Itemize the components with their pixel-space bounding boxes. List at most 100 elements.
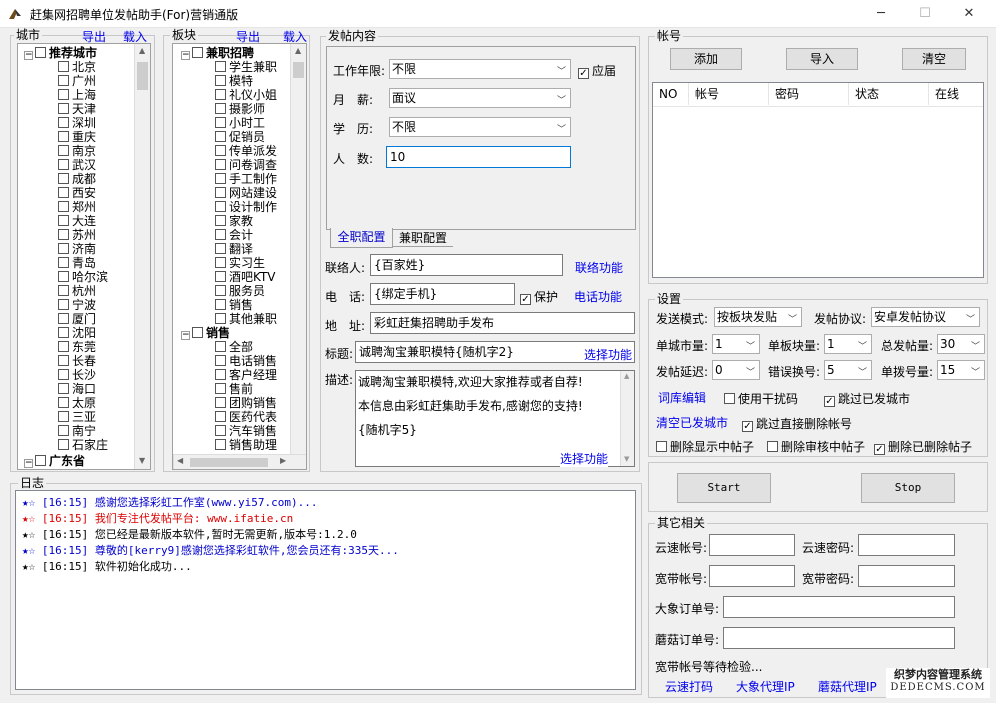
- checkbox-icon[interactable]: [58, 469, 69, 470]
- checkbox-icon[interactable]: [215, 425, 226, 436]
- city-tree-item[interactable]: 太原: [58, 396, 96, 410]
- tab-full-time[interactable]: 全职配置: [330, 228, 393, 248]
- lexicon-edit-link[interactable]: 词库编辑: [658, 389, 706, 406]
- checkbox-icon[interactable]: [215, 173, 226, 184]
- board-tree-item[interactable]: 问卷调查: [215, 158, 277, 172]
- checkbox-icon[interactable]: [215, 411, 226, 422]
- checkbox-icon[interactable]: [58, 341, 69, 352]
- board-tree[interactable]: ▲ ◀ ▶ − 兼职招聘 学生兼职 模特 礼仪小姐 摄影师 小时工 促销员 传单派发 问卷调查 手工…: [172, 43, 307, 470]
- column-header[interactable]: 密码: [769, 83, 849, 105]
- checkbox-icon[interactable]: [58, 411, 69, 422]
- checkbox-icon[interactable]: [58, 201, 69, 212]
- close-button[interactable]: ✕: [946, 0, 992, 28]
- checkbox-icon[interactable]: [215, 355, 226, 366]
- phone-function-link[interactable]: 电话功能: [574, 288, 622, 305]
- city-tree-item[interactable]: 三亚: [58, 410, 96, 424]
- daxiang-proxy-link[interactable]: 大象代理IP: [736, 678, 795, 695]
- collapse-icon[interactable]: −: [24, 51, 33, 60]
- board-tree-item[interactable]: 礼仪小姐: [215, 88, 277, 102]
- total-select[interactable]: 30 ﹀: [937, 334, 985, 354]
- dial-select[interactable]: 15 ﹀: [937, 360, 985, 380]
- band-pass-input[interactable]: [858, 565, 955, 587]
- checkbox-icon[interactable]: [215, 341, 226, 352]
- city-tree-item[interactable]: 武汉: [58, 158, 96, 172]
- city-tree-item[interactable]: 南宁: [58, 424, 96, 438]
- checkbox-icon[interactable]: [58, 327, 69, 338]
- city-tree-item[interactable]: 石家庄: [58, 438, 108, 452]
- edu-select[interactable]: 不限 ﹀: [389, 117, 571, 137]
- phone-input[interactable]: {绑定手机}: [370, 283, 515, 305]
- protocol-select[interactable]: 安卓发帖协议 ﹀: [871, 307, 980, 327]
- checkbox-icon[interactable]: [58, 89, 69, 100]
- city-tree-item[interactable]: 厦门: [58, 312, 96, 326]
- account-table[interactable]: NO 帐号 密码 状态 在线: [652, 82, 984, 278]
- board-tree-item[interactable]: 会计: [215, 228, 253, 242]
- board-tree-item[interactable]: 小时工: [215, 116, 265, 130]
- checkbox-icon[interactable]: [215, 313, 226, 324]
- city-tree-item[interactable]: 海口: [58, 382, 96, 396]
- board-tree-item[interactable]: 促销员: [215, 130, 265, 144]
- mogu-proxy-link[interactable]: 蘑菇代理IP: [818, 678, 877, 695]
- city-tree-item[interactable]: 苏州: [58, 228, 96, 242]
- board-tree-item[interactable]: 网站建设: [215, 186, 277, 200]
- city-count-select[interactable]: 1 ﹀: [712, 334, 760, 354]
- city-tree-item[interactable]: 沈阳: [58, 326, 96, 340]
- board-scrollbar[interactable]: ▲: [290, 44, 306, 454]
- board-tree-item[interactable]: 模特: [215, 74, 253, 88]
- city-tree-item[interactable]: 郑州: [58, 200, 96, 214]
- city-tree-item[interactable]: 重庆: [58, 130, 96, 144]
- city-tree-item[interactable]: 长沙: [58, 368, 96, 382]
- board-tree-item[interactable]: 翻译: [215, 242, 253, 256]
- desc-scrollbar[interactable]: ▲ ▼: [620, 371, 634, 466]
- city-scrollbar[interactable]: ▲ ▼: [134, 44, 150, 469]
- city-tree-item[interactable]: 天津: [58, 102, 96, 116]
- clear-sent-link[interactable]: 清空已发城市: [656, 414, 728, 431]
- checkbox-icon[interactable]: [215, 201, 226, 212]
- add-account-button[interactable]: 添加: [670, 48, 742, 70]
- city-tree-item[interactable]: 广州: [58, 74, 96, 88]
- board-tree-item[interactable]: 手工制作: [215, 172, 277, 186]
- city-tree-root[interactable]: − 广东省: [24, 454, 85, 468]
- city-tree-item[interactable]: 青岛: [58, 256, 96, 270]
- fresh-grad-checkbox[interactable]: 应届: [578, 62, 616, 79]
- checkbox-icon[interactable]: [58, 313, 69, 324]
- maximize-button[interactable]: ☐: [902, 0, 948, 28]
- checkbox-icon[interactable]: [58, 285, 69, 296]
- city-tree[interactable]: ▲ ▼ − 推荐城市 北京 广州 上海 天津 深圳 重庆 南京 武汉 成都 西安 郑州 大连 苏州 济南 青岛哈…: [17, 43, 151, 470]
- board-tree-item[interactable]: 汽车销售: [215, 424, 277, 438]
- checkbox-icon[interactable]: [58, 131, 69, 142]
- desc-select-link[interactable]: 选择功能: [560, 450, 609, 467]
- checkbox-icon[interactable]: [58, 61, 69, 72]
- checkbox-icon[interactable]: [215, 243, 226, 254]
- checkbox-icon[interactable]: [192, 327, 203, 338]
- board-tree-item[interactable]: 摄影师: [215, 102, 265, 116]
- yunsu-pass-input[interactable]: [858, 534, 955, 556]
- checkbox-icon[interactable]: [215, 145, 226, 156]
- checkbox-icon[interactable]: [58, 369, 69, 380]
- collapse-icon[interactable]: −: [181, 331, 190, 340]
- title-select-link[interactable]: 选择功能: [584, 346, 632, 363]
- import-account-button[interactable]: 导入: [786, 48, 858, 70]
- city-tree-item[interactable]: 长春: [58, 354, 96, 368]
- checkbox-icon[interactable]: [215, 285, 226, 296]
- checkbox-icon[interactable]: [58, 159, 69, 170]
- board-tree-item[interactable]: 客户经理: [215, 368, 277, 382]
- use-noise-checkbox[interactable]: 使用干扰码: [724, 390, 798, 407]
- checkbox-icon[interactable]: [58, 439, 69, 450]
- board-tree-item[interactable]: 其他兼职: [215, 312, 277, 326]
- checkbox-icon[interactable]: [58, 397, 69, 408]
- minimize-button[interactable]: ─: [858, 0, 904, 28]
- board-tree-item[interactable]: 医药代表: [215, 410, 277, 424]
- checkbox-icon[interactable]: [58, 145, 69, 156]
- salary-select[interactable]: 面议 ﹀: [389, 88, 571, 108]
- checkbox-icon[interactable]: [58, 215, 69, 226]
- column-header[interactable]: 在线: [929, 83, 983, 105]
- checkbox-icon[interactable]: [58, 75, 69, 86]
- column-header[interactable]: NO: [653, 83, 689, 105]
- checkbox-icon[interactable]: [58, 271, 69, 282]
- board-tree-item[interactable]: 电话销售: [215, 354, 277, 368]
- checkbox-icon[interactable]: [215, 103, 226, 114]
- board-count-select[interactable]: 1 ﹀: [824, 334, 872, 354]
- board-tree-item[interactable]: 设计制作: [215, 200, 277, 214]
- checkbox-icon[interactable]: [58, 103, 69, 114]
